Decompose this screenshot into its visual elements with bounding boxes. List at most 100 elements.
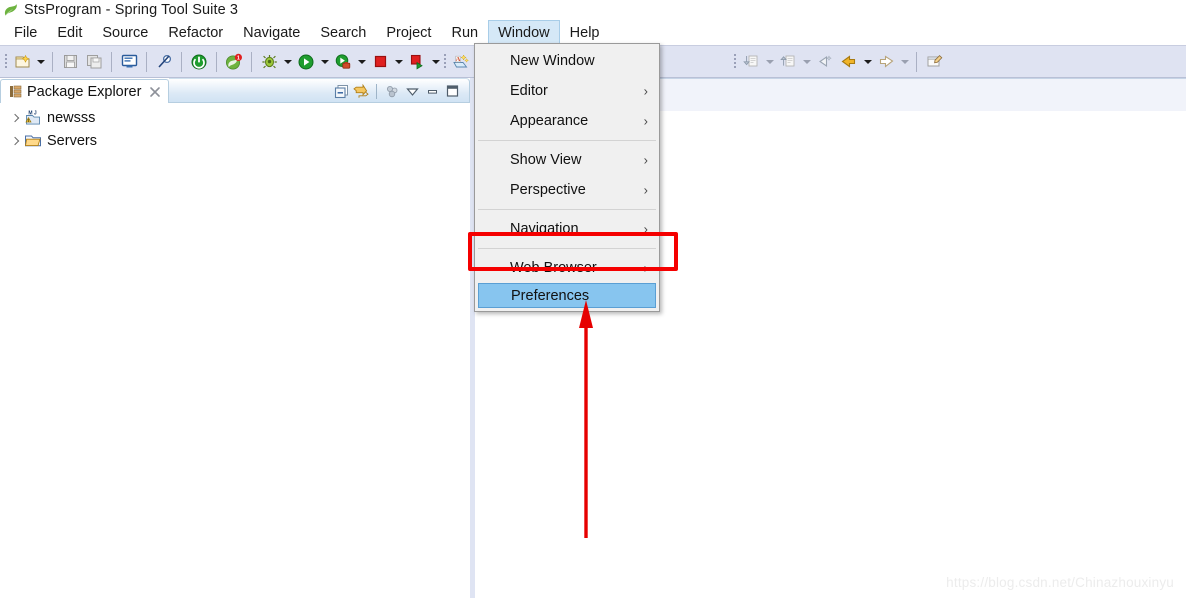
toolbar-back-button[interactable]: [837, 50, 861, 74]
toolbar-grip-3[interactable]: [732, 51, 739, 73]
toolbar-next-annotation-dropdown[interactable]: [763, 50, 776, 74]
toolbar-separator-2: [111, 51, 112, 72]
menu-item-perspective-label: Perspective: [510, 182, 586, 198]
new-editor-icon: [927, 55, 942, 67]
toolbar-spring-restart-button[interactable]: 1: [222, 50, 246, 74]
toolbar-forward-button[interactable]: [874, 50, 898, 74]
toolbar-last-edit-location-button[interactable]: [813, 50, 837, 74]
menu-navigate[interactable]: Navigate: [233, 20, 310, 45]
toolbar-separator-4: [181, 51, 182, 72]
toolbar-terminate-button[interactable]: [368, 50, 392, 74]
watermark-text: https://blog.csdn.net/Chinazhouxinyu: [946, 575, 1174, 590]
chevron-right-icon: ›: [643, 260, 648, 276]
toolbar-save-button[interactable]: [58, 50, 82, 74]
window-title-bar: StsProgram - Spring Tool Suite 3: [0, 0, 1186, 20]
view-menu-button[interactable]: [402, 82, 422, 100]
menu-refactor[interactable]: Refactor: [158, 20, 233, 45]
new-java-class-icon: A: [453, 53, 469, 67]
menu-item-new-window[interactable]: New Window: [475, 46, 659, 76]
toolbar-external-tools-button[interactable]: [331, 50, 355, 74]
chevron-down-icon: [320, 59, 329, 64]
menu-source[interactable]: Source: [92, 20, 158, 45]
chevron-right-icon: ›: [643, 113, 648, 129]
toolbar-separator-5: [216, 51, 217, 72]
toolbar-forward-dropdown[interactable]: [898, 50, 911, 74]
chevron-down-icon: [900, 59, 909, 64]
toolbar-debug-button[interactable]: [257, 50, 281, 74]
menu-item-web-browser[interactable]: Web Browser ›: [475, 253, 659, 283]
tree-item-servers[interactable]: Servers: [0, 129, 470, 152]
toolbar-new-dropdown[interactable]: [34, 50, 47, 74]
collapse-all-icon: [334, 84, 348, 98]
run-icon: [298, 54, 314, 69]
menu-help[interactable]: Help: [560, 20, 610, 45]
toolbar-new-button[interactable]: [10, 50, 34, 74]
run-external-tools-icon: [335, 53, 351, 69]
terminate-icon: [374, 55, 386, 68]
menu-bar: File Edit Source Refactor Navigate Searc…: [0, 20, 1186, 45]
expand-arrow-icon[interactable]: [8, 133, 24, 149]
menu-item-appearance[interactable]: Appearance ›: [475, 106, 659, 136]
toolbar-terminate-dropdown[interactable]: [392, 50, 405, 74]
console-icon: [121, 54, 137, 68]
menu-separator-3: [478, 248, 656, 249]
menu-item-perspective[interactable]: Perspective ›: [475, 175, 659, 205]
last-edit-location-icon: [818, 55, 832, 68]
toolbar-back-dropdown[interactable]: [861, 50, 874, 74]
maximize-button[interactable]: [442, 82, 462, 100]
expand-arrow-icon[interactable]: [8, 110, 24, 126]
toolbar-grip-1[interactable]: [3, 51, 10, 73]
toolbar-previous-annotation-dropdown[interactable]: [800, 50, 813, 74]
collapse-all-button[interactable]: [331, 82, 351, 100]
tree-item-newsss[interactable]: M J newsss: [0, 106, 470, 129]
menu-item-navigation[interactable]: Navigation ›: [475, 214, 659, 244]
tab-package-explorer[interactable]: Package Explorer: [0, 79, 170, 103]
toolbar-new-java-class-button[interactable]: A: [449, 50, 473, 74]
minimize-button[interactable]: [422, 82, 442, 100]
view-menu-filters-icon: [386, 85, 397, 97]
toolbar-save-all-button[interactable]: [82, 50, 106, 74]
link-with-editor-button[interactable]: [351, 82, 371, 100]
menu-separator-1: [478, 140, 656, 141]
toolbar-console-button[interactable]: [117, 50, 141, 74]
menu-item-editor[interactable]: Editor ›: [475, 76, 659, 106]
toolbar-separator-3: [146, 51, 147, 72]
menu-window[interactable]: Window: [488, 20, 560, 45]
menu-file[interactable]: File: [4, 20, 47, 45]
chevron-down-icon: [431, 59, 440, 64]
chevron-right-icon: ›: [643, 83, 648, 99]
menu-project[interactable]: Project: [376, 20, 441, 45]
toolbar-external-tools-dropdown[interactable]: [355, 50, 368, 74]
toolbar-skip-breakpoints-button[interactable]: [152, 50, 176, 74]
chevron-down-icon: [36, 59, 45, 64]
toolbar-boot-dashboard-button[interactable]: [187, 50, 211, 74]
toolbar-debug-dropdown[interactable]: [281, 50, 294, 74]
close-icon[interactable]: [149, 86, 161, 98]
toolbar-new-editor-button[interactable]: [922, 50, 946, 74]
svg-text:A: A: [456, 56, 461, 63]
menu-item-show-view[interactable]: Show View ›: [475, 145, 659, 175]
menu-item-preferences-label: Preferences: [511, 287, 590, 304]
toolbar-run-dropdown[interactable]: [318, 50, 331, 74]
menu-run[interactable]: Run: [441, 20, 488, 45]
next-annotation-icon: [742, 55, 757, 67]
relaunch-icon: [410, 54, 423, 70]
chevron-down-icon: [765, 59, 774, 64]
toolbar-run-button[interactable]: [294, 50, 318, 74]
toolbar-previous-annotation-button[interactable]: [776, 50, 800, 74]
chevron-right-icon: ›: [643, 221, 648, 237]
maximize-icon: [446, 85, 458, 97]
toolbar-relaunch-dropdown[interactable]: [429, 50, 442, 74]
toolbar-next-annotation-button[interactable]: [739, 50, 763, 74]
toolbar-relaunch-button[interactable]: [405, 50, 429, 74]
menu-search[interactable]: Search: [310, 20, 376, 45]
toolbar-grip-2[interactable]: [442, 51, 449, 73]
tree-item-newsss-label: newsss: [47, 109, 96, 126]
menu-item-web-browser-label: Web Browser: [510, 260, 597, 276]
save-all-icon: [86, 55, 101, 69]
window-dropdown-menu: New Window Editor › Appearance › Show Vi…: [474, 43, 660, 312]
menu-edit[interactable]: Edit: [47, 20, 92, 45]
menu-item-preferences[interactable]: Preferences: [478, 283, 656, 308]
view-menu-icon: [405, 87, 419, 96]
view-filters-button[interactable]: [382, 82, 402, 100]
